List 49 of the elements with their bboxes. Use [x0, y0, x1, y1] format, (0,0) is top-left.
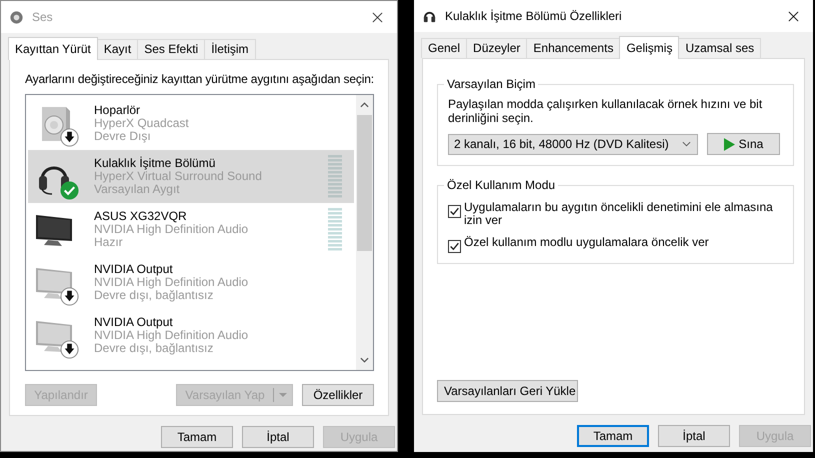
dialog-button[interactable]: Tamam [161, 426, 233, 448]
dialog-button[interactable]: İptal [658, 425, 730, 447]
checkbox-label: Özel kullanım modlu uygulamalara öncelik ver [464, 236, 710, 249]
window-title: Kulaklık İşitme Bölümü Özellikleri [445, 9, 623, 23]
close-icon[interactable] [372, 12, 383, 22]
close-icon[interactable] [788, 10, 799, 22]
scroll-down-icon[interactable] [360, 357, 369, 363]
chevron-down-icon [682, 141, 691, 147]
device-item[interactable]: Kulaklık İşitme Bölümü HyperX Virtual Surround Sound Varsayılan Aygıt [28, 150, 354, 203]
device-driver: HyperX Quadcast [94, 117, 190, 130]
checkbox-label: Uygulamaların bu aygıtın öncelikli denetimini ele almasına izin ver [464, 201, 774, 227]
play-icon [724, 138, 735, 150]
group-title: Varsayılan Biçim [446, 77, 536, 91]
speaker-icon [9, 10, 24, 24]
device-driver: NVIDIA High Definition Audio [94, 276, 250, 289]
scrollbar[interactable] [356, 95, 373, 370]
description-text: Paylaşılan modda çalışırken kullanılacak örnek hızını ve bit derinliğini seçin. [448, 97, 764, 125]
tab[interactable]: Gelişmiş [619, 36, 680, 59]
dialog-button[interactable]: İptal [242, 426, 314, 448]
checkbox[interactable] [448, 205, 461, 218]
device-status: Varsayılan Aygıt [94, 183, 181, 196]
format-dropdown[interactable]: 2 kanalı, 16 bit, 48000 Hz (DVD Kalitesi) [448, 134, 698, 154]
window-title: Ses [32, 10, 54, 24]
device-driver: NVIDIA High Definition Audio [94, 223, 250, 236]
device-driver: NVIDIA High Definition Audio [94, 329, 250, 342]
tab[interactable]: Kayıttan Yürüt [8, 37, 98, 60]
checkbox[interactable] [448, 240, 461, 253]
device-item[interactable]: ASUS XG32VQR NVIDIA High Definition Audio Hazır [28, 203, 354, 256]
group-title: Özel Kullanım Modu [446, 178, 556, 192]
device-driver: HyperX Virtual Surround Sound [94, 170, 263, 183]
device-name: ASUS XG32VQR [94, 210, 188, 223]
device-name: NVIDIA Output [94, 263, 174, 276]
restore-defaults-button[interactable]: Varsayılanları Geri Yükle [437, 380, 578, 402]
device-status: Devre Dışı [94, 130, 151, 143]
device-name: NVIDIA Output [94, 316, 174, 329]
tab[interactable]: İletişim [204, 39, 256, 59]
scroll-up-icon[interactable] [360, 102, 369, 108]
caret-icon [278, 392, 288, 398]
test-button[interactable]: Sına [707, 133, 780, 155]
dialog-button[interactable]: Tamam [577, 425, 649, 447]
device-status: Devre dışı, bağlantısız [94, 289, 214, 302]
instruction-text: Ayarlarını değiştireceğiniz kayıttan yürütme aygıtını aşağıdan seçin: [25, 72, 374, 86]
properties-button[interactable]: Özellikler [302, 384, 374, 406]
device-status: Devre dışı, bağlantısız [94, 342, 214, 355]
device-name: Hoparlör [94, 104, 142, 117]
device-status: Hazır [94, 236, 124, 249]
device-name: Kulaklık İşitme Bölümü [94, 157, 216, 170]
tab[interactable]: Genel [421, 38, 468, 58]
tab[interactable]: Uzamsal ses [678, 38, 762, 58]
